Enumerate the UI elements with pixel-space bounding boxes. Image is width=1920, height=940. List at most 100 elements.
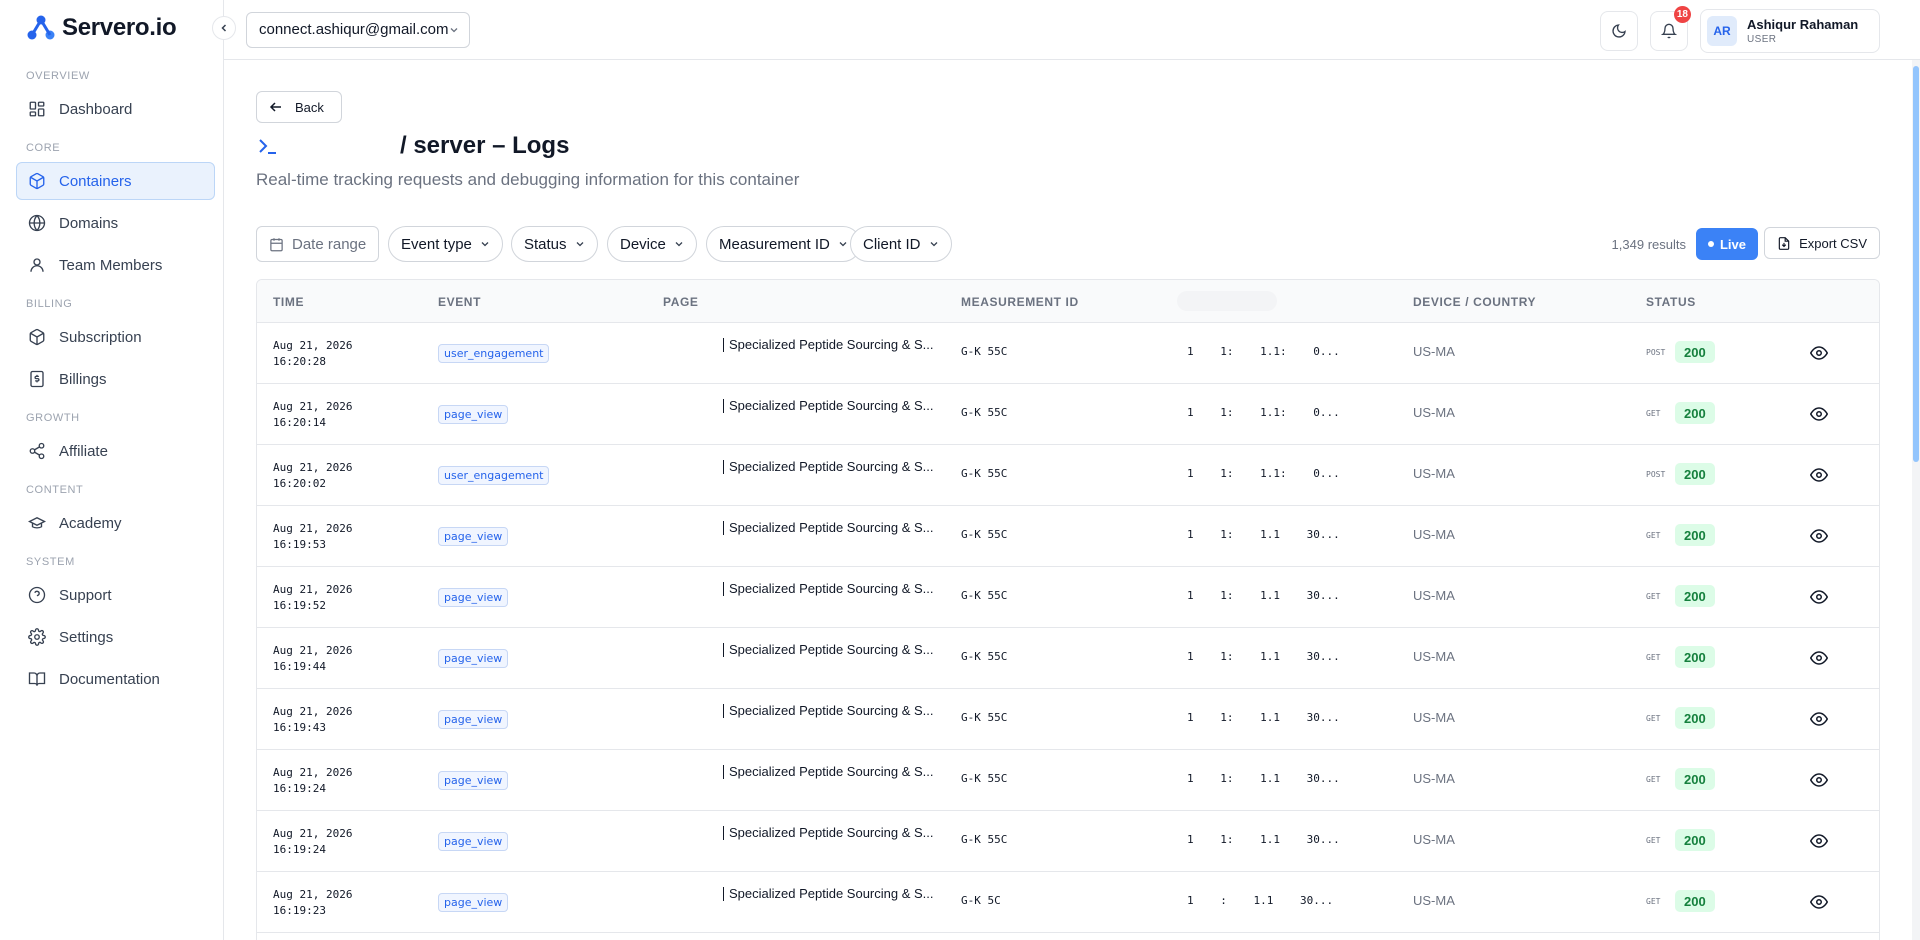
table-row[interactable]: Aug 21, 2026 16:20:14 page_view Speciali… — [257, 384, 1879, 445]
measurement-id-filter-label: Measurement ID — [719, 235, 830, 253]
graduation-cap-icon — [27, 513, 47, 533]
http-method-cell: GET — [1646, 836, 1661, 845]
sidebar-item-support[interactable]: Support — [16, 576, 215, 614]
event-tag: page_view — [438, 832, 509, 851]
time-cell: Aug 21, 2026 16:20:02 — [273, 460, 352, 492]
sidebar-item-billings[interactable]: Billings — [16, 360, 215, 398]
sidebar-item-dashboard[interactable]: Dashboard — [16, 90, 215, 128]
collapse-sidebar-button[interactable] — [212, 16, 236, 40]
event-type-filter[interactable]: Event type — [388, 226, 503, 262]
column-header-event[interactable]: EVENT — [438, 280, 481, 323]
table-row[interactable]: Aug 21, 2026 16:19:52 page_view Speciali… — [257, 567, 1879, 628]
scrollbar-thumb[interactable] — [1913, 66, 1919, 462]
export-csv-label: Export CSV — [1799, 235, 1867, 251]
status-filter[interactable]: Status — [511, 226, 598, 262]
time-cell: Aug 21, 2026 16:19:23 — [273, 887, 352, 919]
brand-name: Servero.io — [62, 14, 177, 41]
event-tag: user_engagement — [438, 466, 550, 485]
measurement-id-cell: G-K 55C — [961, 772, 1008, 785]
device-country-cell: US-MA — [1413, 771, 1455, 786]
live-toggle-button[interactable]: Live — [1695, 228, 1758, 260]
measurement-id-cell: G-K 55C — [961, 833, 1008, 846]
account-select[interactable]: connect.ashiqur@gmail.com — [246, 11, 470, 48]
table-row[interactable]: Aug 21, 2026 16:19:44 page_view Speciali… — [257, 628, 1879, 689]
logs-table: TIME EVENT PAGE MEASUREMENT ID DEVICE / … — [256, 279, 1880, 940]
table-row[interactable]: Aug 21, 2026 16:19:24 page_view Speciali… — [257, 750, 1879, 811]
eye-icon[interactable] — [1809, 771, 1829, 789]
status-badge: 200 — [1675, 341, 1715, 363]
notifications-button[interactable]: 18 — [1650, 6, 1691, 51]
eye-icon[interactable] — [1809, 710, 1829, 728]
page-subtitle: Real-time tracking requests and debuggin… — [256, 170, 800, 189]
back-button[interactable]: Back — [256, 91, 342, 123]
client-id-cell: 1 1: 1.1 30... — [1187, 833, 1340, 846]
sidebar-item-label: Team Members — [59, 256, 163, 274]
sidebar-item-domains[interactable]: Domains — [16, 204, 215, 242]
sidebar-item-label: Containers — [59, 172, 132, 190]
avatar: AR — [1707, 16, 1737, 46]
status-badge: 200 — [1675, 829, 1715, 851]
eye-icon[interactable] — [1809, 893, 1829, 911]
table-row[interactable]: Aug 21, 2026 16:19:43 page_view Speciali… — [257, 689, 1879, 750]
column-header-time[interactable]: TIME — [273, 280, 304, 323]
export-csv-button[interactable]: Export CSV — [1764, 227, 1880, 259]
log-time: 16:20:02 — [273, 477, 326, 490]
eye-icon[interactable] — [1809, 466, 1829, 484]
sidebar-item-documentation[interactable]: Documentation — [16, 660, 215, 698]
nav-section-label: OVERVIEW — [26, 70, 90, 82]
device-country-cell: US-MA — [1413, 344, 1455, 359]
measurement-id-cell: G-K 55C — [961, 528, 1008, 541]
sidebar-item-containers[interactable]: Containers — [16, 162, 215, 200]
live-label: Live — [1719, 236, 1746, 252]
table-row[interactable]: Aug 21, 2026 16:19:23 page_view Speciali… — [257, 872, 1879, 933]
arrow-left-icon — [269, 102, 281, 112]
page-scrollbar[interactable] — [1912, 60, 1920, 940]
eye-icon[interactable] — [1809, 649, 1829, 667]
theme-toggle-button[interactable] — [1600, 11, 1638, 51]
column-header-device-country[interactable]: DEVICE / COUNTRY — [1413, 280, 1536, 323]
page-title: / server – Logs — [400, 132, 570, 159]
column-header-page[interactable]: PAGE — [663, 280, 699, 323]
log-time: 16:20:28 — [273, 355, 326, 368]
sidebar-item-label: Domains — [59, 214, 119, 232]
http-method-cell: GET — [1646, 409, 1661, 418]
results-count: 1,349 results — [1611, 236, 1686, 252]
table-row[interactable]: Aug 21, 2026 16:19:24 page_view Speciali… — [257, 811, 1879, 872]
eye-icon[interactable] — [1809, 527, 1829, 545]
eye-icon[interactable] — [1809, 344, 1829, 362]
event-tag: page_view — [438, 710, 509, 729]
client-id-filter[interactable]: Client ID — [850, 226, 952, 262]
sidebar-item-subscription[interactable]: Subscription — [16, 318, 215, 356]
sidebar-item-settings[interactable]: Settings — [16, 618, 215, 656]
calendar-icon — [270, 237, 283, 251]
table-row[interactable]: Aug 21, 2026 16:20:28 user_engagement Sp… — [257, 323, 1879, 384]
date-range-filter[interactable]: Date range — [256, 226, 380, 262]
user-info: Ashiqur Rahaman USER — [1747, 17, 1858, 45]
device-filter[interactable]: Device — [607, 226, 697, 262]
sidebar-item-academy[interactable]: Academy — [16, 504, 215, 542]
sidebar-item-team-members[interactable]: Team Members — [16, 246, 215, 284]
nav-section-label: GROWTH — [26, 412, 80, 424]
column-header-status[interactable]: STATUS — [1646, 280, 1696, 323]
brand[interactable]: Servero.io — [0, 0, 223, 56]
eye-icon[interactable] — [1809, 588, 1829, 606]
status-filter-label: Status — [524, 235, 567, 253]
table-row[interactable]: Aug 21, 2026 16:20:02 user_engagement Sp… — [257, 445, 1879, 506]
eye-icon[interactable] — [1809, 405, 1829, 423]
column-header-measurement-id[interactable]: MEASUREMENT ID — [961, 280, 1079, 323]
client-id-cell: 1 1: 1.1 30... — [1187, 772, 1340, 785]
page-cell: Specialized Peptide Sourcing & S... — [723, 460, 934, 474]
table-row[interactable]: Aug 21, 2026 16:19:53 page_view Speciali… — [257, 506, 1879, 567]
user-name: Ashiqur Rahaman — [1747, 17, 1859, 32]
status-badge: 200 — [1675, 890, 1715, 912]
time-cell: Aug 21, 2026 16:19:52 — [273, 582, 352, 614]
measurement-id-filter[interactable]: Measurement ID — [706, 226, 861, 262]
log-date: Aug 21, 2026 — [273, 522, 353, 535]
eye-icon[interactable] — [1809, 832, 1829, 850]
http-method-cell: GET — [1646, 653, 1661, 662]
http-method-cell: POST — [1646, 348, 1666, 357]
user-menu[interactable]: AR Ashiqur Rahaman USER — [1700, 9, 1880, 53]
nav-section-label: CONTENT — [26, 484, 84, 496]
sidebar-item-affiliate[interactable]: Affiliate — [16, 432, 215, 470]
client-id-cell: 1 1: 1.1: 0... — [1187, 406, 1340, 419]
